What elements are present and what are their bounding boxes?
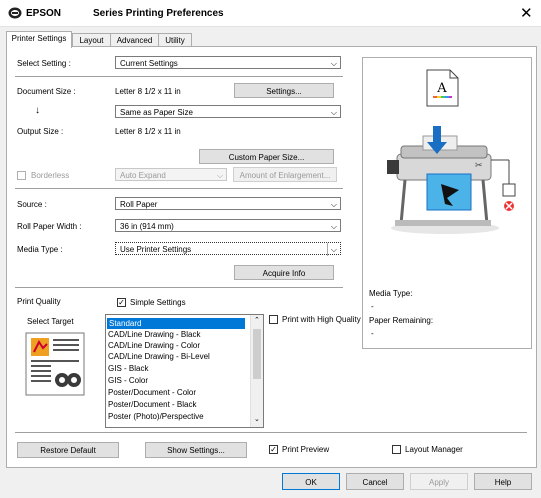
list-item[interactable]: Poster/Document - Black [108, 399, 196, 410]
roll-paper-width-value: 36 in (914 mm) [120, 222, 174, 231]
document-target-icon [25, 332, 85, 396]
chevron-down-icon: ⌵ [330, 200, 337, 209]
output-size-label: Output Size : [17, 127, 64, 136]
tab-printer-settings[interactable]: Printer Settings [6, 31, 72, 48]
show-settings-button[interactable]: Show Settings... [145, 442, 247, 458]
restore-default-button[interactable]: Restore Default [17, 442, 119, 458]
select-setting-dropdown[interactable]: Current Settings ⌵ [115, 56, 341, 69]
custom-paper-size-button[interactable]: Custom Paper Size... [199, 149, 334, 164]
list-item[interactable]: GIS - Color [108, 375, 148, 386]
help-button[interactable]: Help [474, 473, 532, 490]
tab-utility[interactable]: Utility [158, 33, 192, 47]
borderless-checkbox[interactable] [17, 171, 26, 180]
status-media-type-label: Media Type: [369, 289, 413, 298]
cancel-button[interactable]: Cancel [346, 473, 404, 490]
large-format-printer-icon: ✂ [387, 126, 516, 234]
list-item[interactable]: Standard [107, 318, 245, 329]
document-settings-button[interactable]: Settings... [234, 83, 334, 98]
source-label: Source : [17, 200, 47, 209]
svg-text:A: A [436, 81, 447, 96]
scroll-up-icon[interactable]: ⌃ [254, 316, 260, 324]
ok-button[interactable]: OK [282, 473, 340, 490]
status-media-type-value: - [371, 302, 374, 311]
simple-settings-label: Simple Settings [130, 298, 186, 307]
apply-button[interactable]: Apply [410, 473, 468, 490]
output-size-option-dropdown[interactable]: Same as Paper Size ⌵ [115, 105, 341, 118]
chevron-down-icon: ⌵ [330, 222, 337, 231]
print-high-quality-checkbox[interactable] [269, 315, 278, 324]
media-type-label: Media Type : [17, 245, 63, 254]
list-item[interactable]: Poster (Photo)/Perspective [108, 411, 204, 422]
paper-remaining-label: Paper Remaining: [369, 316, 434, 325]
divider [15, 287, 343, 288]
printer-preview-panel: A ✂ Media Type: - Paper Remaining: - [362, 57, 532, 349]
layout-manager-checkbox[interactable] [392, 445, 401, 454]
list-item[interactable]: CAD/Line Drawing - Bi-Level [108, 351, 210, 362]
chevron-down-icon: ⌵ [330, 108, 337, 117]
scroll-down-icon[interactable]: ⌄ [254, 415, 260, 423]
scrollbar-thumb[interactable] [253, 329, 261, 379]
chevron-down-icon: ⌵ [330, 59, 337, 68]
select-setting-value: Current Settings [120, 59, 178, 68]
svg-text:✂: ✂ [475, 160, 483, 170]
list-item[interactable]: CAD/Line Drawing - Color [108, 340, 200, 351]
printer-settings-panel: Select Setting : Current Settings ⌵ Docum… [6, 46, 537, 468]
list-item[interactable]: GIS - Black [108, 363, 148, 374]
roll-paper-width-dropdown[interactable]: 36 in (914 mm) ⌵ [115, 219, 341, 232]
select-setting-label: Select Setting : [17, 59, 71, 68]
print-high-quality-label: Print with High Quality [282, 315, 361, 324]
output-size-value: Letter 8 1/2 x 11 in [115, 127, 181, 136]
source-value: Roll Paper [120, 200, 158, 209]
select-target-label: Select Target [27, 317, 74, 326]
roll-paper-width-label: Roll Paper Width : [17, 222, 82, 231]
list-item[interactable]: Poster/Document - Color [108, 387, 196, 398]
window-title: Series Printing Preferences [93, 8, 224, 19]
list-item[interactable]: CAD/Line Drawing - Black [108, 329, 200, 340]
divider [15, 76, 343, 77]
auto-expand-value: Auto Expand [120, 171, 166, 180]
media-type-value: Use Printer Settings [120, 245, 192, 254]
close-icon[interactable]: ✕ [520, 4, 533, 22]
borderless-label: Borderless [31, 171, 70, 180]
auto-expand-dropdown[interactable]: Auto Expand ⌵ [115, 168, 227, 181]
paper-preview-icon: A [426, 69, 459, 107]
print-preview-label: Print Preview [282, 445, 330, 454]
divider [15, 188, 343, 189]
tab-layout[interactable]: Layout [72, 33, 111, 47]
paper-remaining-value: - [371, 329, 374, 338]
target-list[interactable]: Standard CAD/Line Drawing - Black CAD/Li… [105, 314, 264, 428]
source-dropdown[interactable]: Roll Paper ⌵ [115, 197, 341, 210]
tab-advanced[interactable]: Advanced [110, 33, 159, 47]
divider [15, 432, 527, 433]
media-type-dropdown[interactable]: Use Printer Settings ⌵ [115, 242, 341, 256]
print-preview-checkbox[interactable]: ✓ [269, 445, 278, 454]
layout-manager-label: Layout Manager [405, 445, 463, 454]
chevron-down-icon: ⌵ [216, 171, 223, 180]
brand-name: EPSON [26, 8, 62, 19]
arrow-down-icon: ↓ [35, 105, 40, 116]
print-quality-label: Print Quality [17, 297, 61, 306]
epson-logo-icon [8, 7, 22, 19]
amount-of-enlargement-button[interactable]: Amount of Enlargement... [233, 167, 337, 182]
chevron-down-icon: ⌵ [326, 243, 337, 256]
document-size-value: Letter 8 1/2 x 11 in [115, 87, 181, 96]
document-size-label: Document Size : [17, 87, 76, 96]
list-scrollbar[interactable]: ⌃ ⌄ [250, 315, 263, 427]
simple-settings-checkbox[interactable]: ✓ [117, 298, 126, 307]
output-size-option-value: Same as Paper Size [120, 108, 193, 117]
title-bar: EPSON Series Printing Preferences ✕ [0, 0, 541, 27]
acquire-info-button[interactable]: Acquire Info [234, 265, 334, 280]
